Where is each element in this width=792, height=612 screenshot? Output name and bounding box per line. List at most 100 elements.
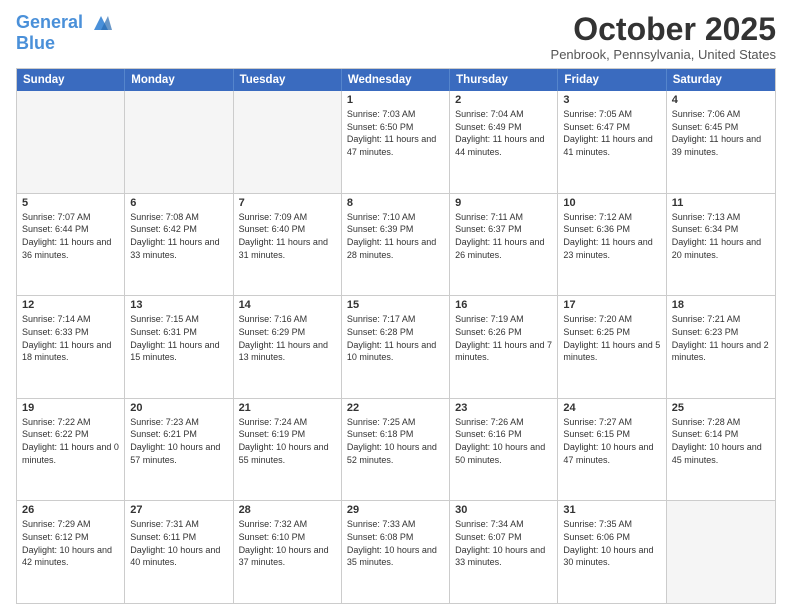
logo: General Blue bbox=[16, 12, 112, 54]
cell-info: Sunrise: 7:08 AMSunset: 6:42 PMDaylight:… bbox=[130, 211, 227, 261]
calendar-cell: 18 Sunrise: 7:21 AMSunset: 6:23 PMDayligh… bbox=[667, 296, 775, 398]
cell-info: Sunrise: 7:35 AMSunset: 6:06 PMDaylight:… bbox=[563, 518, 660, 568]
cell-date: 17 bbox=[563, 299, 660, 311]
calendar-cell: 31 Sunrise: 7:35 AMSunset: 6:06 PMDayligh… bbox=[558, 501, 666, 603]
cell-date: 7 bbox=[239, 197, 336, 209]
cell-info: Sunrise: 7:11 AMSunset: 6:37 PMDaylight:… bbox=[455, 211, 552, 261]
cell-date: 2 bbox=[455, 94, 552, 106]
cell-date: 1 bbox=[347, 94, 444, 106]
calendar-cell: 25 Sunrise: 7:28 AMSunset: 6:14 PMDayligh… bbox=[667, 399, 775, 501]
calendar-cell: 2 Sunrise: 7:04 AMSunset: 6:49 PMDaylight… bbox=[450, 91, 558, 193]
calendar-cell bbox=[234, 91, 342, 193]
calendar-cell: 15 Sunrise: 7:17 AMSunset: 6:28 PMDayligh… bbox=[342, 296, 450, 398]
cell-date: 31 bbox=[563, 504, 660, 516]
cell-date: 8 bbox=[347, 197, 444, 209]
cell-date: 18 bbox=[672, 299, 770, 311]
cell-info: Sunrise: 7:31 AMSunset: 6:11 PMDaylight:… bbox=[130, 518, 227, 568]
cell-info: Sunrise: 7:16 AMSunset: 6:29 PMDaylight:… bbox=[239, 313, 336, 363]
header: General Blue October 2025 Penbrook, Penn… bbox=[16, 12, 776, 62]
cell-date: 28 bbox=[239, 504, 336, 516]
day-header-saturday: Saturday bbox=[667, 69, 775, 91]
calendar-cell: 3 Sunrise: 7:05 AMSunset: 6:47 PMDaylight… bbox=[558, 91, 666, 193]
cell-date: 10 bbox=[563, 197, 660, 209]
calendar-header: SundayMondayTuesdayWednesdayThursdayFrid… bbox=[17, 69, 775, 91]
cell-info: Sunrise: 7:17 AMSunset: 6:28 PMDaylight:… bbox=[347, 313, 444, 363]
cell-info: Sunrise: 7:06 AMSunset: 6:45 PMDaylight:… bbox=[672, 108, 770, 158]
cell-date: 9 bbox=[455, 197, 552, 209]
cell-info: Sunrise: 7:12 AMSunset: 6:36 PMDaylight:… bbox=[563, 211, 660, 261]
cell-date: 6 bbox=[130, 197, 227, 209]
calendar-cell: 14 Sunrise: 7:16 AMSunset: 6:29 PMDayligh… bbox=[234, 296, 342, 398]
cell-info: Sunrise: 7:05 AMSunset: 6:47 PMDaylight:… bbox=[563, 108, 660, 158]
cell-info: Sunrise: 7:29 AMSunset: 6:12 PMDaylight:… bbox=[22, 518, 119, 568]
calendar-cell: 6 Sunrise: 7:08 AMSunset: 6:42 PMDaylight… bbox=[125, 194, 233, 296]
calendar-cell: 29Sunrise: 7:33 AMSunset: 6:08 PMDayligh… bbox=[342, 501, 450, 603]
calendar-cell bbox=[667, 501, 775, 603]
calendar-row-0: 1 Sunrise: 7:03 AMSunset: 6:50 PMDaylight… bbox=[17, 91, 775, 193]
calendar-cell: 11Sunrise: 7:13 AMSunset: 6:34 PMDayligh… bbox=[667, 194, 775, 296]
title-block: October 2025 Penbrook, Pennsylvania, Uni… bbox=[551, 12, 776, 62]
day-header-friday: Friday bbox=[558, 69, 666, 91]
cell-date: 25 bbox=[672, 402, 770, 414]
cell-date: 12 bbox=[22, 299, 119, 311]
cell-info: Sunrise: 7:26 AMSunset: 6:16 PMDaylight:… bbox=[455, 416, 552, 466]
cell-info: Sunrise: 7:32 AMSunset: 6:10 PMDaylight:… bbox=[239, 518, 336, 568]
cell-date: 22 bbox=[347, 402, 444, 414]
cell-date: 29 bbox=[347, 504, 444, 516]
calendar-cell bbox=[125, 91, 233, 193]
day-header-tuesday: Tuesday bbox=[234, 69, 342, 91]
calendar-cell: 13 Sunrise: 7:15 AMSunset: 6:31 PMDayligh… bbox=[125, 296, 233, 398]
day-header-thursday: Thursday bbox=[450, 69, 558, 91]
calendar-cell: 30 Sunrise: 7:34 AMSunset: 6:07 PMDayligh… bbox=[450, 501, 558, 603]
calendar-cell: 5Sunrise: 7:07 AMSunset: 6:44 PMDaylight… bbox=[17, 194, 125, 296]
calendar: SundayMondayTuesdayWednesdayThursdayFrid… bbox=[16, 68, 776, 604]
calendar-cell bbox=[17, 91, 125, 193]
cell-info: Sunrise: 7:04 AMSunset: 6:49 PMDaylight:… bbox=[455, 108, 552, 158]
cell-date: 21 bbox=[239, 402, 336, 414]
calendar-row-3: 19 Sunrise: 7:22 AMSunset: 6:22 PMDayligh… bbox=[17, 398, 775, 501]
calendar-cell: 12 Sunrise: 7:14 AMSunset: 6:33 PMDayligh… bbox=[17, 296, 125, 398]
day-header-wednesday: Wednesday bbox=[342, 69, 450, 91]
calendar-cell: 23Sunrise: 7:26 AMSunset: 6:16 PMDayligh… bbox=[450, 399, 558, 501]
cell-info: Sunrise: 7:24 AMSunset: 6:19 PMDaylight:… bbox=[239, 416, 336, 466]
cell-date: 19 bbox=[22, 402, 119, 414]
calendar-cell: 10 Sunrise: 7:12 AMSunset: 6:36 PMDayligh… bbox=[558, 194, 666, 296]
cell-info: Sunrise: 7:23 AMSunset: 6:21 PMDaylight:… bbox=[130, 416, 227, 466]
cell-info: Sunrise: 7:27 AMSunset: 6:15 PMDaylight:… bbox=[563, 416, 660, 466]
cell-info: Sunrise: 7:15 AMSunset: 6:31 PMDaylight:… bbox=[130, 313, 227, 363]
cell-date: 30 bbox=[455, 504, 552, 516]
cell-date: 4 bbox=[672, 94, 770, 106]
month-title: October 2025 bbox=[551, 12, 776, 47]
cell-info: Sunrise: 7:21 AMSunset: 6:23 PMDaylight:… bbox=[672, 313, 770, 363]
calendar-cell: 24 Sunrise: 7:27 AMSunset: 6:15 PMDayligh… bbox=[558, 399, 666, 501]
calendar-row-1: 5Sunrise: 7:07 AMSunset: 6:44 PMDaylight… bbox=[17, 193, 775, 296]
day-header-monday: Monday bbox=[125, 69, 233, 91]
cell-date: 14 bbox=[239, 299, 336, 311]
calendar-cell: 21 Sunrise: 7:24 AMSunset: 6:19 PMDayligh… bbox=[234, 399, 342, 501]
cell-info: Sunrise: 7:28 AMSunset: 6:14 PMDaylight:… bbox=[672, 416, 770, 466]
calendar-cell: 1 Sunrise: 7:03 AMSunset: 6:50 PMDaylight… bbox=[342, 91, 450, 193]
calendar-cell: 26Sunrise: 7:29 AMSunset: 6:12 PMDayligh… bbox=[17, 501, 125, 603]
cell-date: 13 bbox=[130, 299, 227, 311]
cell-info: Sunrise: 7:19 AMSunset: 6:26 PMDaylight:… bbox=[455, 313, 552, 363]
cell-date: 3 bbox=[563, 94, 660, 106]
calendar-cell: 16Sunrise: 7:19 AMSunset: 6:26 PMDayligh… bbox=[450, 296, 558, 398]
cell-info: Sunrise: 7:25 AMSunset: 6:18 PMDaylight:… bbox=[347, 416, 444, 466]
calendar-cell: 27Sunrise: 7:31 AMSunset: 6:11 PMDayligh… bbox=[125, 501, 233, 603]
page: General Blue October 2025 Penbrook, Penn… bbox=[0, 0, 792, 612]
calendar-cell: 20Sunrise: 7:23 AMSunset: 6:21 PMDayligh… bbox=[125, 399, 233, 501]
cell-date: 15 bbox=[347, 299, 444, 311]
cell-info: Sunrise: 7:14 AMSunset: 6:33 PMDaylight:… bbox=[22, 313, 119, 363]
cell-info: Sunrise: 7:22 AMSunset: 6:22 PMDaylight:… bbox=[22, 416, 119, 466]
cell-info: Sunrise: 7:09 AMSunset: 6:40 PMDaylight:… bbox=[239, 211, 336, 261]
logo-text: General bbox=[16, 12, 112, 34]
cell-date: 5 bbox=[22, 197, 119, 209]
calendar-cell: 17Sunrise: 7:20 AMSunset: 6:25 PMDayligh… bbox=[558, 296, 666, 398]
calendar-row-4: 26Sunrise: 7:29 AMSunset: 6:12 PMDayligh… bbox=[17, 500, 775, 603]
cell-date: 24 bbox=[563, 402, 660, 414]
calendar-cell: 28 Sunrise: 7:32 AMSunset: 6:10 PMDayligh… bbox=[234, 501, 342, 603]
logo-blue: Blue bbox=[16, 34, 112, 54]
calendar-body: 1 Sunrise: 7:03 AMSunset: 6:50 PMDaylight… bbox=[17, 91, 775, 603]
cell-info: Sunrise: 7:34 AMSunset: 6:07 PMDaylight:… bbox=[455, 518, 552, 568]
cell-info: Sunrise: 7:03 AMSunset: 6:50 PMDaylight:… bbox=[347, 108, 444, 158]
